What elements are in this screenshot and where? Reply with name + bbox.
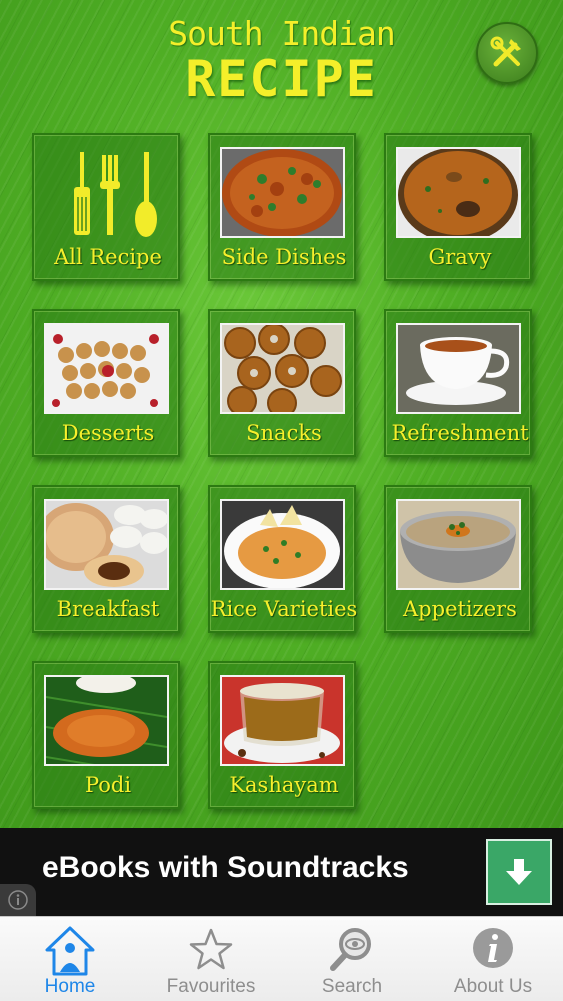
category-side-dishes[interactable]: Side Dishes [208,133,356,281]
category-label: Desserts [61,421,155,445]
category-refreshment[interactable]: Refreshment [384,309,532,457]
tab-label: Favourites [166,976,256,997]
ad-download-button[interactable] [486,839,552,905]
tab-label: Home [44,976,96,997]
kashayam-image [220,675,345,766]
snacks-image [220,323,345,414]
home-icon [45,926,95,976]
category-breakfast[interactable]: Breakfast [32,485,180,633]
tab-home[interactable]: Home [0,916,140,1000]
tools-icon [490,36,521,67]
breakfast-image [44,499,169,590]
settings-button[interactable] [476,22,538,84]
download-arrow-icon [506,859,532,885]
category-label: Snacks [246,421,322,445]
category-label: Breakfast [56,597,160,621]
category-label: Side Dishes [221,245,347,269]
tab-search[interactable]: Search [282,916,422,1000]
magnifier-icon [330,928,371,971]
category-podi[interactable]: Podi [32,661,180,809]
ad-info-button[interactable] [0,884,36,916]
rice-image [220,499,345,590]
category-label: Gravy [428,245,492,269]
ad-banner-text[interactable]: eBooks with Soundtracks [42,851,409,885]
category-desserts[interactable]: Desserts [32,309,180,457]
category-appetizers[interactable]: Appetizers [384,485,532,633]
category-all-recipe[interactable]: All Recipe [32,133,180,281]
desserts-image [44,323,169,414]
tab-label: About Us [453,976,533,997]
category-rice-varieties[interactable]: Rice Varieties [208,485,358,633]
category-snacks[interactable]: Snacks [208,309,356,457]
category-label: Rice Varieties [210,597,358,621]
side-dish-image [220,147,345,238]
tab-label: Search [321,976,383,997]
category-label: Refreshment [391,421,529,445]
soup-image [396,499,521,590]
category-label: All Recipe [54,245,162,269]
info-icon [8,890,28,910]
gravy-image [396,147,521,238]
tea-cup-image [396,323,521,414]
tab-favourites[interactable]: Favourites [141,916,281,1000]
info-icon [473,928,513,968]
utensils-icon [44,147,169,238]
star-icon [189,928,233,970]
category-gravy[interactable]: Gravy [384,133,532,281]
category-label: Appetizers [403,597,517,621]
category-kashayam[interactable]: Kashayam [208,661,356,809]
tab-about-us[interactable]: About Us [423,916,563,1000]
category-label: Podi [84,773,132,797]
podi-image [44,675,169,766]
category-label: Kashayam [229,773,339,797]
